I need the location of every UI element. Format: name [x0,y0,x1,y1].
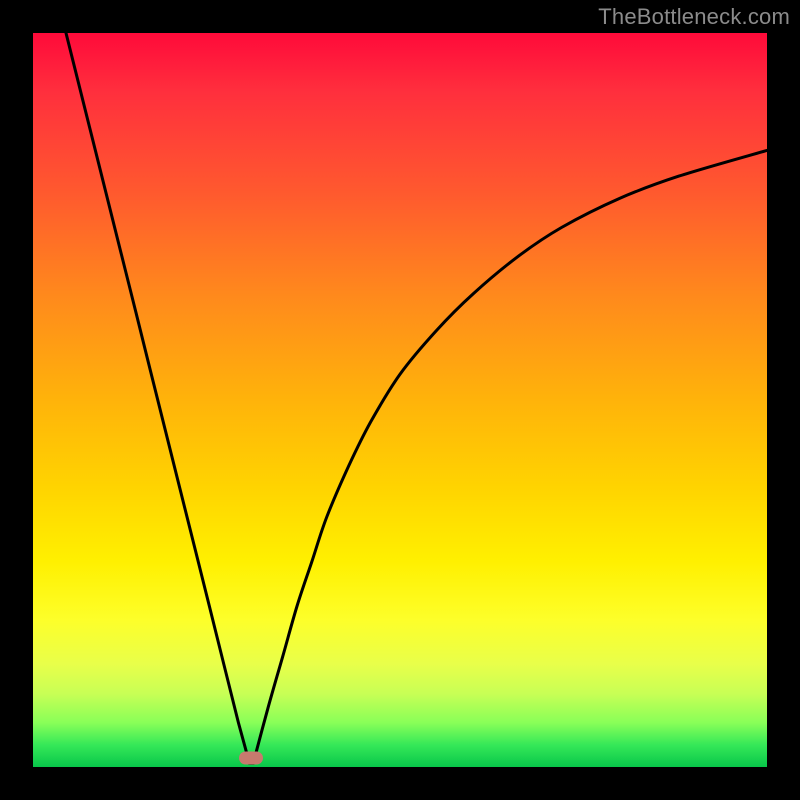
plot-area [33,33,767,767]
curve-path [66,33,767,763]
bottleneck-curve [33,33,767,767]
chart-frame: TheBottleneck.com [0,0,800,800]
watermark-text: TheBottleneck.com [598,4,790,30]
min-marker [239,752,263,765]
